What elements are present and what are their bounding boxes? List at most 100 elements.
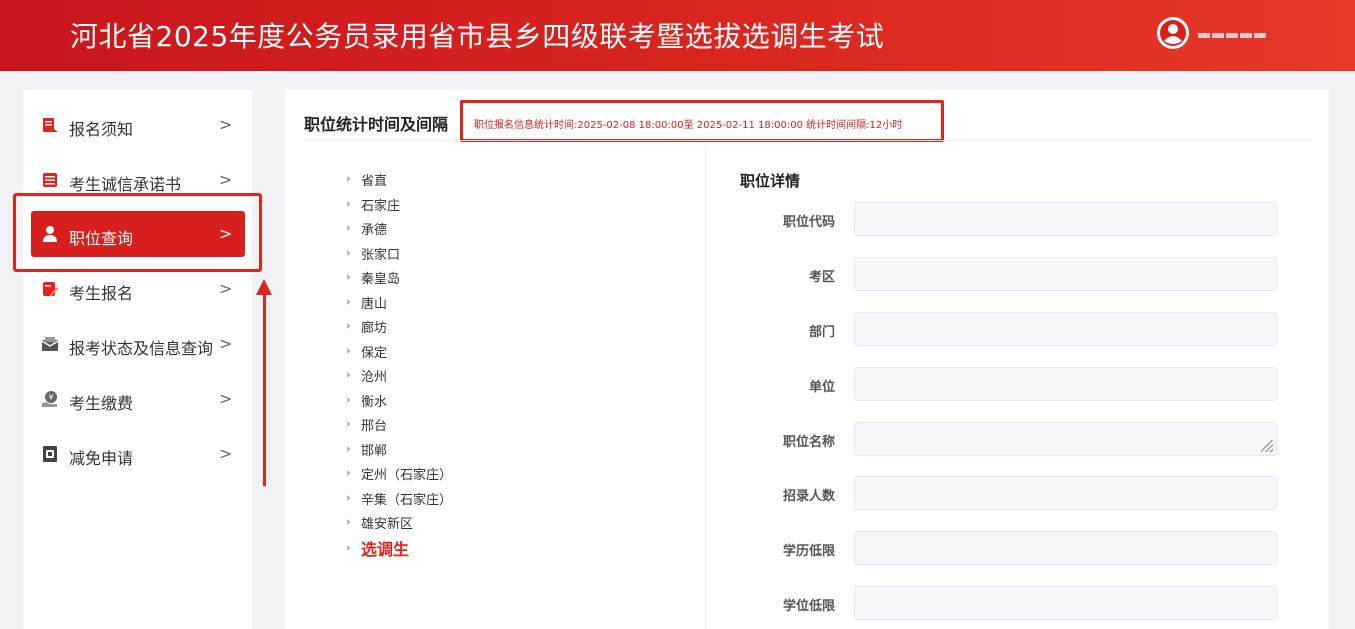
caret-right-icon — [347, 323, 351, 329]
caret-right-icon — [347, 274, 351, 280]
sidebar-item-status-query[interactable]: 报考状态及信息查询 > — [31, 321, 245, 367]
sidebar-item-waiver[interactable]: 减免申请 > — [31, 431, 245, 477]
caret-right-icon — [347, 495, 351, 501]
department-input[interactable] — [854, 312, 1277, 346]
unit-input[interactable] — [854, 367, 1277, 401]
sidebar-item-label: 考生缴费 — [69, 394, 134, 413]
caret-right-icon — [347, 519, 351, 525]
sidebar: 报名须知 > 考生诚信承诺书 > 职位查询 > 考生报名 > 报考状态及信息查询… — [23, 90, 252, 629]
stat-time-highlight: 职位报名信息统计时间:2025-02-08 18:00:00至 2025-02-… — [460, 100, 944, 142]
sidebar-item-register[interactable]: 考生报名 > — [31, 266, 245, 312]
position-name-textarea[interactable] — [854, 422, 1277, 456]
tree-item-label: 唐山 — [361, 296, 388, 312]
annotation-arrow-line — [263, 292, 266, 486]
sidebar-item-payment[interactable]: ¥ 考生缴费 > — [31, 376, 245, 422]
exam-area-input[interactable] — [854, 257, 1277, 291]
sidebar-item-notice[interactable]: 报名须知 > — [31, 102, 245, 148]
field-label: 职位名称 — [782, 435, 835, 450]
tree-item-region[interactable]: 石家庄 — [347, 194, 400, 214]
tree-item-label: 承德 — [361, 222, 388, 238]
chevron-right-icon: > — [219, 115, 233, 134]
tree-item-region[interactable]: 唐山 — [347, 292, 387, 312]
tree-item-label: 省直 — [361, 173, 388, 189]
tree-item-region[interactable]: 廊坊 — [347, 316, 387, 336]
pledge-icon — [41, 171, 59, 189]
vertical-divider — [705, 148, 706, 629]
tree-item-label: 沧州 — [361, 369, 388, 385]
chevron-right-icon: > — [219, 389, 233, 408]
tree-item-region[interactable]: 保定 — [347, 341, 387, 361]
tree-item-region[interactable]: 定州（石家庄） — [347, 463, 452, 483]
main-panel: 职位统计时间及间隔 职位报名信息统计时间:2025-02-08 18:00:00… — [285, 90, 1329, 629]
tree-item-region[interactable]: 辛集（石家庄） — [347, 488, 452, 508]
tree-item-region[interactable]: 省直 — [347, 169, 387, 189]
chevron-right-icon: > — [219, 279, 233, 298]
edit-icon — [41, 280, 59, 298]
sidebar-item-label: 报考状态及信息查询 — [69, 339, 214, 358]
waiver-icon — [41, 445, 59, 463]
field-label: 单位 — [808, 380, 835, 395]
tree-item-region[interactable]: 承德 — [347, 218, 387, 238]
field-label: 职位代码 — [782, 215, 835, 230]
field-label: 部门 — [808, 325, 835, 340]
recruit-count-input[interactable] — [854, 476, 1277, 510]
notice-icon — [41, 116, 59, 134]
field-label: 招录人数 — [782, 489, 835, 504]
degree-min-input[interactable] — [854, 586, 1277, 620]
resize-grip-icon[interactable] — [1261, 440, 1273, 452]
field-position-name: 职位名称 — [740, 422, 1280, 456]
field-exam-area: 考区 — [740, 257, 1280, 291]
tree-item-region[interactable]: 秦皇岛 — [347, 267, 400, 287]
tree-item-region[interactable]: 张家口 — [347, 243, 400, 263]
username-blurred[interactable] — [1198, 25, 1280, 39]
sidebar-item-label: 报名须知 — [69, 120, 134, 139]
caret-right-icon — [347, 446, 351, 452]
avatar-icon[interactable] — [1157, 17, 1189, 49]
stat-time-text: 职位报名信息统计时间:2025-02-08 18:00:00至 2025-02-… — [474, 120, 903, 131]
divider — [304, 140, 1310, 141]
tree-item-region[interactable]: 邯郸 — [347, 439, 387, 459]
tree-item-label: 保定 — [361, 345, 388, 361]
sidebar-item-label: 考生诚信承诺书 — [69, 175, 182, 194]
chevron-right-icon: > — [219, 444, 233, 463]
tree-item-region[interactable]: 雄安新区 — [347, 512, 413, 532]
field-department: 部门 — [740, 312, 1280, 346]
tree-item-label: 邢台 — [361, 418, 388, 434]
caret-right-icon — [347, 372, 351, 378]
tree-item-label: 廊坊 — [361, 320, 388, 336]
tree-item-xuandiaosheng[interactable]: 选调生 — [347, 538, 410, 559]
page-title: 河北省2025年度公务员录用省市县乡四级联考暨选拔选调生考试 — [70, 20, 885, 53]
mail-icon — [41, 335, 59, 353]
tree-item-label: 辛集（石家庄） — [361, 492, 453, 508]
caret-right-icon — [347, 201, 351, 207]
detail-title: 职位详情 — [740, 172, 801, 190]
position-code-input[interactable] — [854, 202, 1277, 236]
chevron-right-icon: > — [219, 170, 233, 189]
caret-right-icon — [347, 250, 351, 256]
caret-right-icon — [347, 348, 351, 354]
tree-item-region[interactable]: 沧州 — [347, 365, 387, 385]
tree-item-label: 选调生 — [361, 540, 410, 559]
field-degree-min: 学位低限 — [740, 586, 1280, 620]
tree-item-region[interactable]: 衡水 — [347, 390, 387, 410]
annotation-highlight-box — [13, 193, 262, 272]
education-min-input[interactable] — [854, 531, 1277, 565]
sidebar-item-label: 减免申请 — [69, 449, 134, 468]
field-label: 考区 — [808, 270, 835, 285]
field-unit: 单位 — [740, 367, 1280, 401]
caret-right-icon — [347, 421, 351, 427]
sidebar-item-label: 考生报名 — [69, 284, 134, 303]
tree-item-label: 张家口 — [361, 247, 401, 263]
field-label: 学历低限 — [782, 544, 835, 559]
field-education-min: 学历低限 — [740, 531, 1280, 565]
svg-text:¥: ¥ — [48, 393, 53, 402]
tree-item-label: 秦皇岛 — [361, 271, 401, 287]
tree-item-label: 石家庄 — [361, 198, 401, 214]
top-header: 河北省2025年度公务员录用省市县乡四级联考暨选拔选调生考试 — [0, 0, 1355, 71]
field-position-code: 职位代码 — [740, 202, 1280, 236]
tree-item-label: 衡水 — [361, 394, 388, 410]
tree-item-label: 邯郸 — [361, 443, 388, 459]
caret-right-icon — [347, 225, 351, 231]
chevron-right-icon: > — [219, 334, 233, 353]
tree-item-region[interactable]: 邢台 — [347, 414, 387, 434]
